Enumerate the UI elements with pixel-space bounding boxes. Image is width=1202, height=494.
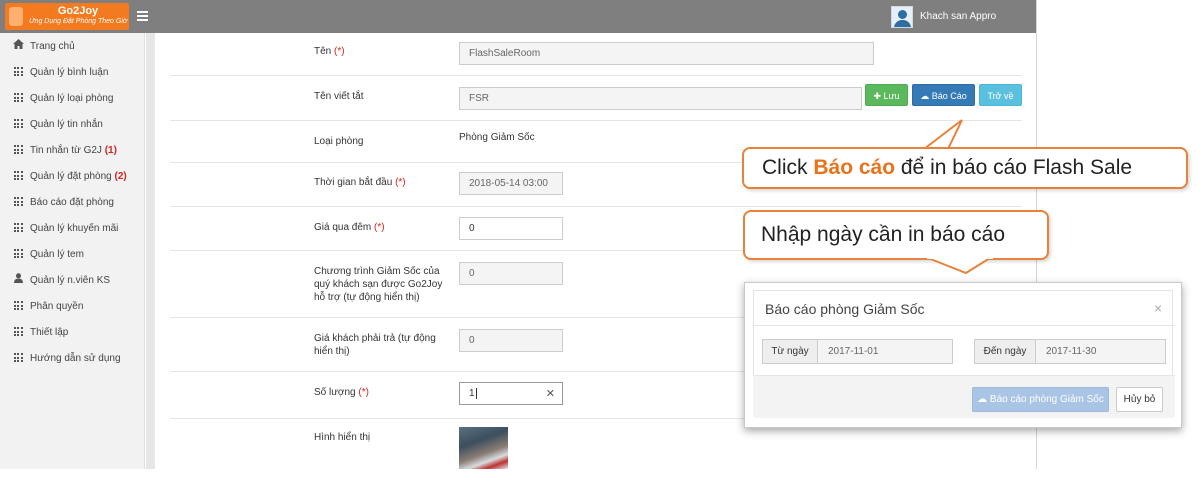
cloud-download-icon: ☁ (977, 394, 990, 405)
row-divider (170, 120, 1022, 121)
unread-badge: (1) (104, 145, 117, 156)
callout-pointer (927, 250, 993, 275)
sidebar-item-label: Quản lý tem (30, 249, 84, 260)
sidebar-item-settings[interactable]: Thiết lập (0, 319, 145, 345)
grid-icon (13, 353, 23, 362)
cloud-download-icon: ☁ (920, 91, 932, 101)
username[interactable]: Khach san Appro (920, 11, 996, 22)
name-label: Tên (*) (314, 46, 345, 57)
back-button[interactable]: Trở về (979, 84, 1022, 106)
grid-icon (13, 249, 23, 258)
start-time-field[interactable]: 2018-05-14 03:00 (459, 172, 563, 195)
grid-icon (13, 327, 23, 336)
go2joy-logo[interactable]: Go2Joy Ứng Dụng Đặt Phòng Theo Giờ (5, 3, 129, 30)
sidebar-item-home[interactable]: Trang chủ (0, 33, 145, 59)
modal-footer (753, 375, 1175, 418)
sidebar-item-label: Quản lý tin nhắn (30, 119, 103, 130)
customer-pays-label: Giá khách phải trả (tự động hiển thị) (314, 333, 436, 357)
grid-icon (13, 67, 23, 76)
from-date-input[interactable]: 2017-11-01 (818, 339, 953, 364)
grid-icon (13, 93, 23, 102)
close-icon[interactable]: × (1154, 300, 1162, 316)
generate-report-button[interactable]: ☁ Báo cáo phòng Giảm Sốc (972, 387, 1109, 412)
grid-icon (13, 171, 23, 180)
sidebar-item-label: Quản lý bình luận (30, 67, 109, 78)
to-date-label: Đến ngày (974, 339, 1036, 364)
sidebar-item-permissions[interactable]: Phân quyền (0, 293, 145, 319)
sidebar-item-label: Trang chủ (30, 41, 75, 52)
sidebar-item-promotions[interactable]: Quản lý khuyến mãi (0, 215, 145, 241)
clear-icon[interactable]: ✕ (546, 387, 555, 400)
row-divider (170, 206, 1022, 207)
logo-tagline: Ứng Dụng Đặt Phòng Theo Giờ (29, 18, 128, 25)
overnight-price-field[interactable]: 0 (459, 217, 563, 240)
callout-click-report: Click Báo cáo để in báo cáo Flash Sale (742, 147, 1188, 189)
start-time-label: Thời gian bắt đầu (*) (314, 177, 406, 188)
grid-icon (13, 197, 23, 206)
phone-logo-icon (9, 7, 23, 26)
grid-icon (13, 301, 23, 310)
pending-badge: (2) (114, 171, 127, 182)
save-button[interactable]: ✚ Lưu (865, 84, 908, 106)
sidebar-item-label: Quản lý n.viên KS (30, 275, 111, 286)
sidebar-item-bookings[interactable]: Quản lý đặt phòng (2) (0, 163, 145, 189)
image-label: Hình hiển thị (314, 432, 371, 443)
quantity-value: 1 (469, 388, 475, 399)
name-field[interactable]: FlashSaleRoom (459, 42, 874, 65)
sidebar-item-label: Quản lý loại phòng (30, 93, 114, 104)
quantity-label: Số lượng (*) (314, 387, 369, 398)
sidebar-item-label: Quản lý khuyến mãi (30, 223, 119, 234)
grid-icon (13, 223, 23, 232)
sidebar-item-stamps[interactable]: Quản lý tem (0, 241, 145, 267)
sidebar-item-label: Hướng dẫn sử dụng (30, 353, 121, 364)
overnight-price-label: Giá qua đêm (*) (314, 222, 385, 233)
report-button[interactable]: ☁ Báo Cáo (912, 84, 975, 106)
room-type-value: Phòng Giảm Sốc (459, 132, 535, 143)
sidebar-item-room-types[interactable]: Quản lý loại phòng (0, 85, 145, 111)
grid-icon (13, 119, 23, 128)
to-date-input[interactable]: 2017-11-30 (1036, 339, 1166, 364)
from-date-label: Từ ngày (762, 339, 818, 364)
customer-pays-field[interactable]: 0 (459, 329, 563, 352)
sidebar-item-label: Báo cáo đặt phòng (30, 197, 114, 208)
report-modal: Báo cáo phòng Giảm Sốc × Từ ngày 2017-11… (744, 282, 1182, 428)
sidebar-item-label: Phân quyền (30, 301, 84, 312)
modal-title: Báo cáo phòng Giảm Sốc (765, 301, 925, 317)
sidebar-item-user-guide[interactable]: Hướng dẫn sử dụng (0, 345, 145, 371)
sidebar-item-g2j-messages[interactable]: Tin nhắn từ G2J (1) (0, 137, 145, 163)
sidebar: Trang chủ Quản lý bình luận Quản lý loại… (0, 33, 145, 469)
sidebar-item-messages[interactable]: Quản lý tin nhắn (0, 111, 145, 137)
user-icon (12, 267, 24, 293)
plus-icon: ✚ (873, 91, 884, 101)
room-type-label: Loại phòng (314, 136, 364, 147)
room-image-thumbnail[interactable] (459, 427, 508, 469)
top-bar: Go2Joy Ứng Dụng Đặt Phòng Theo Giờ Khach… (0, 0, 1036, 33)
hamburger-menu-icon[interactable] (137, 11, 148, 21)
sidebar-item-label: Thiết lập (30, 327, 69, 338)
program-label: Chương trình Giảm Sốc của quý khách sạn … (314, 266, 443, 303)
home-icon (12, 33, 24, 59)
user-avatar[interactable] (891, 6, 913, 28)
modal-divider (753, 325, 1175, 326)
program-field[interactable]: 0 (459, 262, 563, 285)
sidebar-item-staff[interactable]: Quản lý n.viên KS (0, 267, 145, 293)
row-divider (170, 75, 1022, 76)
sidebar-item-comments[interactable]: Quản lý bình luận (0, 59, 145, 85)
sidebar-gutter (146, 33, 155, 469)
short-name-field[interactable]: FSR (459, 87, 862, 110)
sidebar-item-label: Tin nhắn từ G2J (30, 145, 102, 156)
grid-icon (13, 145, 23, 154)
sidebar-item-label: Quản lý đặt phòng (30, 171, 112, 182)
callout-pointer (923, 119, 963, 150)
sidebar-item-booking-report[interactable]: Báo cáo đặt phòng (0, 189, 145, 215)
quantity-field[interactable]: 1 ✕ (459, 382, 563, 405)
short-name-label: Tên viết tắt (314, 91, 364, 102)
logo-brand: Go2Joy (57, 5, 99, 17)
cancel-button[interactable]: Hủy bỏ (1116, 387, 1163, 412)
